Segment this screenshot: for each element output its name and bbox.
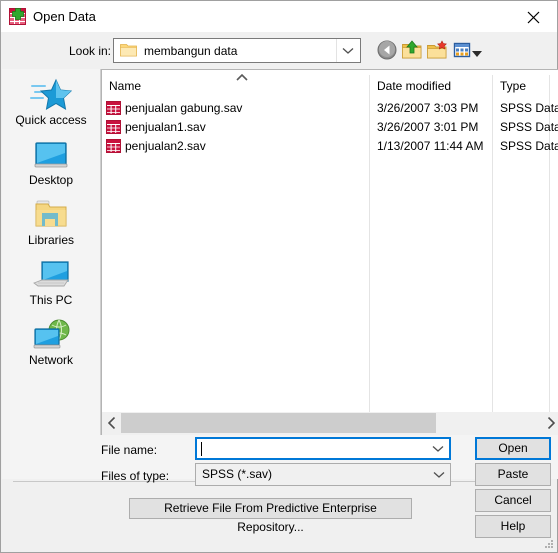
sort-ascending-icon bbox=[236, 70, 248, 81]
back-arrow-icon[interactable] bbox=[376, 39, 399, 62]
libraries-folder-icon bbox=[30, 197, 72, 233]
column-header-type[interactable]: Type bbox=[500, 79, 526, 93]
spss-data-file-icon bbox=[106, 120, 121, 134]
horizontal-scrollbar[interactable] bbox=[101, 412, 558, 435]
open-button[interactable]: Open bbox=[475, 437, 551, 460]
close-icon[interactable] bbox=[511, 1, 557, 31]
look-in-value: membangun data bbox=[144, 44, 238, 58]
file-name-cell: penjualan2.sav bbox=[125, 139, 206, 153]
new-folder-icon[interactable] bbox=[426, 39, 449, 62]
spss-data-file-icon bbox=[106, 101, 121, 115]
sidebar-item-libraries[interactable]: Libraries bbox=[2, 195, 100, 255]
views-dropdown-chevron-icon[interactable] bbox=[472, 47, 482, 57]
paste-button[interactable]: Paste bbox=[475, 463, 551, 486]
scroll-left-arrow-icon[interactable] bbox=[103, 412, 121, 434]
up-folder-icon[interactable] bbox=[401, 39, 424, 62]
scroll-right-arrow-icon[interactable] bbox=[541, 412, 558, 434]
retrieve-file-from-repository-button[interactable]: Retrieve File From Predictive Enterprise… bbox=[129, 498, 412, 534]
column-header-name[interactable]: Name bbox=[109, 79, 141, 93]
quick-access-star-icon bbox=[30, 77, 73, 113]
sidebar-item-label: Network bbox=[28, 353, 73, 367]
folder-icon bbox=[120, 43, 137, 57]
text-caret bbox=[201, 442, 202, 456]
chevron-down-icon[interactable] bbox=[429, 464, 449, 485]
spss-data-icon bbox=[9, 8, 26, 25]
files-of-type-label: Files of type: bbox=[101, 469, 170, 483]
file-date-cell: 3/26/2007 3:03 PM bbox=[377, 101, 479, 115]
table-row[interactable]: penjualan1.sav 3/26/2007 3:01 PM SPSS Da… bbox=[102, 118, 558, 137]
file-name-cell: penjualan1.sav bbox=[125, 120, 206, 134]
sidebar-item-this-pc[interactable]: This PC bbox=[2, 255, 100, 315]
cancel-button[interactable]: Cancel bbox=[475, 489, 551, 512]
file-name-label: File name: bbox=[101, 443, 158, 457]
file-name-input[interactable] bbox=[195, 437, 451, 460]
resize-grip[interactable] bbox=[542, 537, 554, 549]
desktop-monitor-icon bbox=[30, 137, 72, 173]
chevron-down-icon[interactable] bbox=[336, 39, 359, 62]
network-globe-icon bbox=[30, 317, 72, 353]
files-of-type-select[interactable]: SPSS (*.sav) bbox=[195, 463, 451, 486]
sidebar-item-label: Libraries bbox=[27, 233, 75, 247]
file-date-cell: 3/26/2007 3:01 PM bbox=[377, 120, 479, 134]
look-in-label: Look in: bbox=[68, 44, 111, 58]
file-type-cell: SPSS Data bbox=[500, 120, 558, 134]
file-type-cell: SPSS Data bbox=[500, 101, 558, 115]
open-data-dialog: Open Data Look in: membangun data Quick … bbox=[0, 0, 558, 553]
scrollbar-thumb[interactable] bbox=[121, 413, 436, 433]
table-row[interactable]: penjualan2.sav 1/13/2007 11:44 AM SPSS D… bbox=[102, 137, 558, 156]
sidebar-item-network[interactable]: Network bbox=[2, 315, 100, 375]
file-list[interactable]: Name Date modified Type penjualan gabung… bbox=[101, 69, 558, 435]
this-pc-laptop-icon bbox=[30, 257, 72, 293]
spss-data-file-icon bbox=[106, 139, 121, 153]
files-of-type-value: SPSS (*.sav) bbox=[202, 467, 273, 481]
sidebar-item-label: Desktop bbox=[28, 173, 74, 187]
file-date-cell: 1/13/2007 11:44 AM bbox=[377, 139, 484, 153]
sidebar-item-label: This PC bbox=[29, 293, 73, 307]
sidebar-item-quick-access[interactable]: Quick access bbox=[2, 75, 100, 135]
title-bar: Open Data bbox=[1, 1, 557, 32]
file-name-cell: penjualan gabung.sav bbox=[125, 101, 243, 115]
column-header-date-modified[interactable]: Date modified bbox=[377, 79, 451, 93]
places-sidebar: Quick access Desktop Libraries This PC N… bbox=[2, 69, 101, 435]
views-grid-icon[interactable] bbox=[451, 39, 474, 62]
sidebar-item-label: Quick access bbox=[15, 113, 87, 127]
chevron-down-icon[interactable] bbox=[428, 439, 448, 458]
sidebar-item-desktop[interactable]: Desktop bbox=[2, 135, 100, 195]
look-in-combobox[interactable]: membangun data bbox=[113, 38, 361, 63]
window-title: Open Data bbox=[33, 9, 96, 24]
help-button[interactable]: Help bbox=[475, 515, 551, 538]
file-type-cell: SPSS Data bbox=[500, 139, 558, 153]
table-row[interactable]: penjualan gabung.sav 3/26/2007 3:03 PM S… bbox=[102, 99, 558, 118]
